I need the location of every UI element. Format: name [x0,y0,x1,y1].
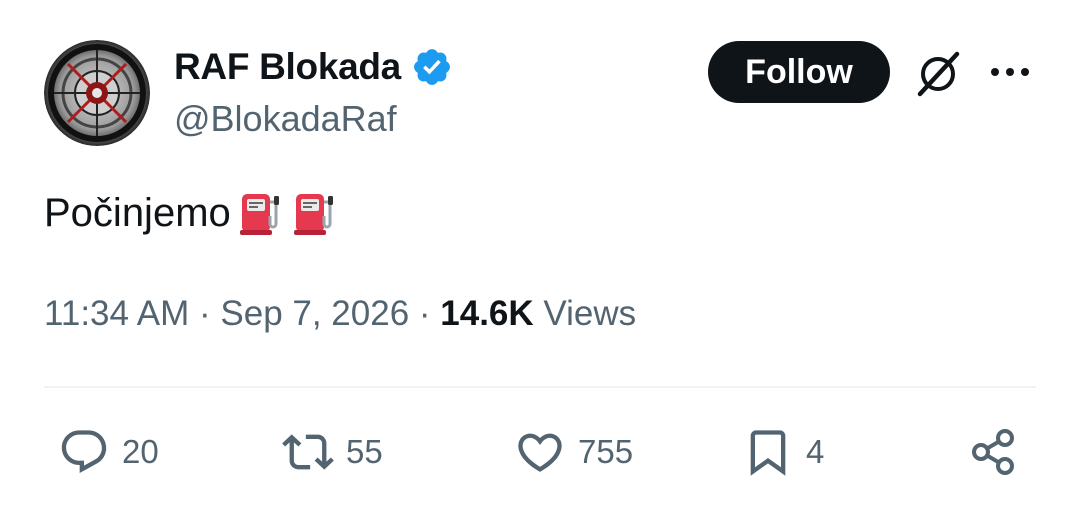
share-button[interactable] [968,424,1020,480]
like-button[interactable]: 755 [514,424,633,480]
avatar[interactable] [44,40,150,146]
author-handle[interactable]: @BlokadaRaf [174,98,397,140]
retweet-button[interactable]: 55 [282,424,383,480]
bookmark-icon [750,430,786,476]
meta-separator: · [189,294,221,333]
retweet-count: 55 [346,433,383,470]
fuel-pump-emoji-icon [239,194,279,235]
author-display-name[interactable]: RAF Blokada [174,46,401,88]
tweet-date[interactable]: Sep 7, 2026 [220,294,409,333]
divider [44,386,1036,388]
more-options-icon[interactable] [988,54,1032,90]
verified-badge-icon [414,49,450,85]
tweet-text: Počinjemo [44,188,341,238]
tweet-meta: 11:34 AM · Sep 7, 2026 · 14.6K Views [44,294,636,334]
grok-icon[interactable] [912,48,964,100]
bookmark-button[interactable]: 4 [742,424,824,480]
avatar-image [44,40,150,146]
follow-button[interactable]: Follow [708,41,890,103]
share-icon [972,429,1014,475]
tweet-text-content: Počinjemo [44,190,231,235]
tweet-time[interactable]: 11:34 AM [44,294,189,333]
retweet-icon [282,434,334,470]
reply-count: 20 [122,433,159,470]
bookmark-count: 4 [806,433,825,470]
tweet-card: RAF Blokada @BlokadaRaf Follow Počinjemo [0,0,1080,516]
like-count: 755 [578,433,634,470]
meta-separator: · [409,294,441,333]
fuel-pump-emoji-icon [293,194,333,235]
heart-icon [518,433,562,472]
reply-button[interactable]: 20 [58,424,159,480]
reply-icon [61,430,107,474]
author-name-row: RAF Blokada [174,44,453,90]
views-label: Views [533,294,637,333]
views-count[interactable]: 14.6K [440,294,533,333]
